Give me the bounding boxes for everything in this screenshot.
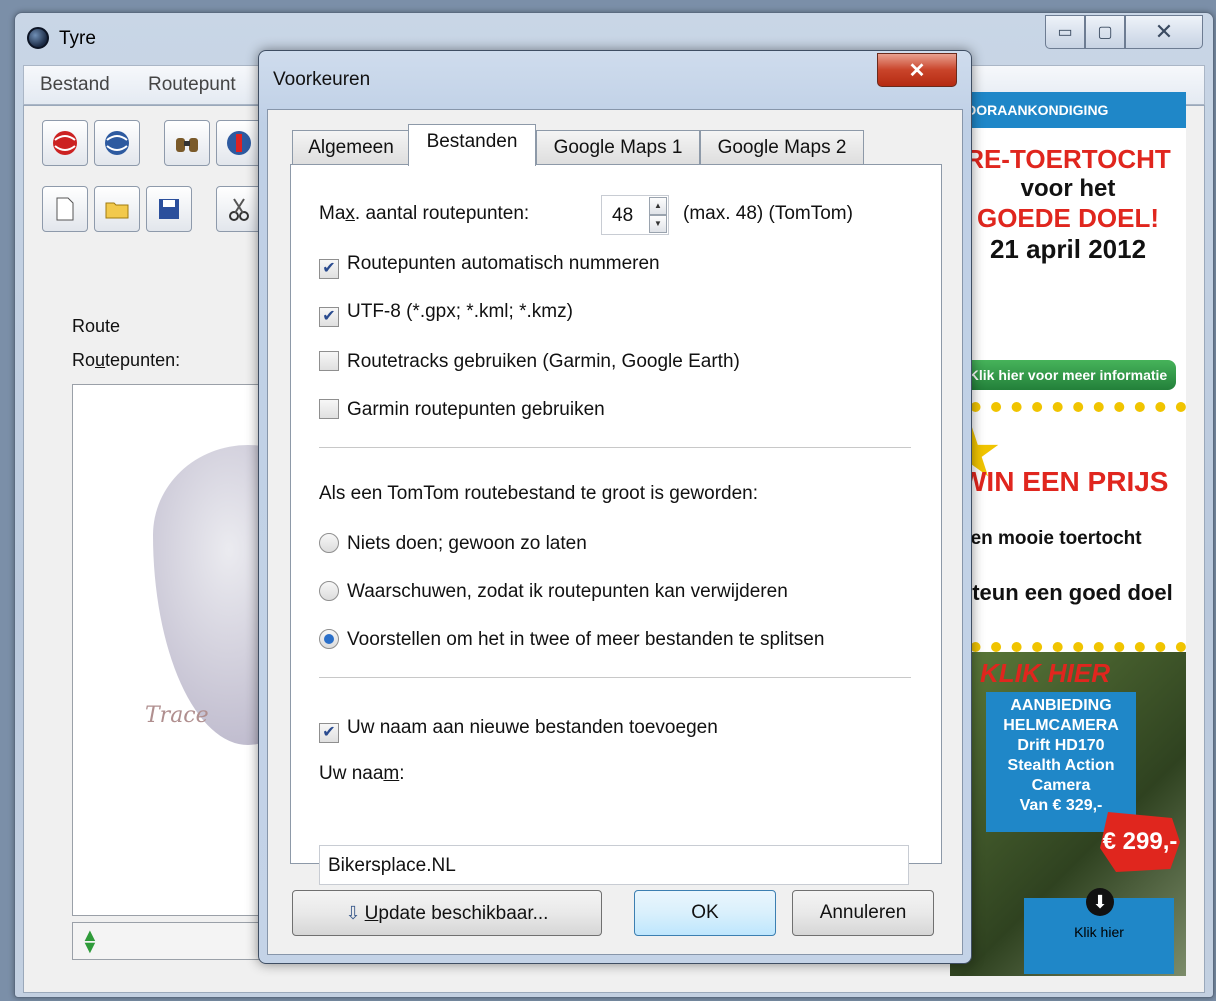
spin-down-icon[interactable]: ▼ [649,215,667,233]
checkbox-garmin[interactable] [319,399,339,419]
radio-row-waarschuwen[interactable]: Waarschuwen, zodat ik routepunten kan ve… [319,581,788,603]
preferences-dialog: Voorkeuren ✕ Algemeen Bestanden Google M… [258,50,972,964]
max-points-spinner: ▲ ▼ [649,197,667,233]
ad-panel: VOORAANKONDIGING RE-TOERTOCHT voor het G… [950,92,1186,976]
max-points-label: Max. aantal routepunten: [319,203,530,224]
cancel-button[interactable]: Annuleren [792,890,934,936]
ad2-line1: WIN EEN PRIJS [960,466,1169,497]
route-warning-icon[interactable] [216,120,262,166]
toolbar-top [42,120,262,170]
checkbox-utf8[interactable]: ✔ [319,307,339,327]
radio-label: Waarschuwen, zodat ik routepunten kan ve… [347,581,788,602]
tab-google-maps-1[interactable]: Google Maps 1 [536,130,700,164]
checkbox-row-utf8[interactable]: ✔ UTF-8 (*.gpx; *.kml; *.kmz) [319,301,573,327]
down-arrow-icon: ⬇ [1086,888,1114,916]
ad1-info-button[interactable]: Klik hier voor meer informatie [960,360,1176,390]
separator [319,677,911,678]
ad2-line3: steun een goed doel [960,580,1173,605]
route-label: Route [72,316,121,336]
checkbox-row-nummeren[interactable]: ✔ Routepunten automatisch nummeren [319,253,660,279]
tab-bestanden[interactable]: Bestanden [408,124,536,166]
ad1-line4: 21 april 2012 [989,234,1147,264]
ad-banner-helmcamera[interactable]: KLIK HIER AANBIEDING HELMCAMERA Drift HD… [950,652,1186,976]
ad3-offer-box: AANBIEDING HELMCAMERA Drift HD170 Stealt… [986,692,1136,832]
maximize-button[interactable]: ▢ [1085,15,1125,49]
tab-algemeen[interactable]: Algemeen [292,130,410,164]
radio-label: Niets doen; gewoon zo laten [347,533,587,554]
radio-splitsen[interactable] [319,629,339,649]
save-icon[interactable] [146,186,192,232]
update-button[interactable]: ⇩ Update beschikbaar... [292,890,602,936]
globe-blue-icon[interactable] [94,120,140,166]
dialog-close-button[interactable]: ✕ [877,53,957,87]
tab-panel-bestanden: Max. aantal routepunten: 48 ▲ ▼ (max. 48… [290,164,942,885]
radio-waarschuwen[interactable] [319,581,339,601]
update-icon: ⇩ [345,903,361,923]
radio-row-niets[interactable]: Niets doen; gewoon zo laten [319,533,587,555]
checkbox-label: Routepunten automatisch nummeren [347,253,660,274]
radio-row-splitsen[interactable]: Voorstellen om het in twee of meer besta… [319,629,824,651]
checkbox-row-routetracks[interactable]: Routetracks gebruiken (Garmin, Google Ea… [319,351,740,373]
ad-banner-prijs[interactable]: ★ WIN EEN PRIJS een mooie toertocht steu… [950,402,1186,652]
close-button[interactable]: ✕ [1125,15,1203,49]
dialog-title: Voorkeuren [273,69,371,90]
ad3-text: Drift HD170 [1017,737,1105,754]
toolbar-bottom [42,186,262,236]
ad-banner-toertocht[interactable]: VOORAANKONDIGING RE-TOERTOCHT voor het G… [950,92,1186,402]
name-input[interactable]: Bikersplace.NL [319,845,909,885]
minimize-button[interactable]: ▭ [1045,15,1085,49]
ok-button[interactable]: OK [634,890,776,936]
menu-bestand[interactable]: Bestand [40,74,110,96]
checkbox-row-garmin[interactable]: Garmin routepunten gebruiken [319,399,605,421]
ad1-line2: voor het [1020,175,1116,202]
checkbox-label: Garmin routepunten gebruiken [347,399,605,420]
radio-niets[interactable] [319,533,339,553]
ad3-text: Stealth Action [1007,757,1115,774]
checkbox-label: Routetracks gebruiken (Garmin, Google Ea… [347,351,740,372]
spin-up-icon[interactable]: ▲ [649,197,667,215]
app-title: Tyre [59,28,96,49]
checkbox-routetracks[interactable] [319,351,339,371]
ad3-bottom-label: Klik hier [1074,924,1124,940]
open-folder-icon[interactable] [94,186,140,232]
name-label: Uw naam: [319,763,405,784]
logo-text: Trace [145,703,209,728]
ad1-line1: RE-TOERTOCHT [965,144,1171,174]
max-points-note: (max. 48) (TomTom) [683,203,853,224]
globe-red-icon[interactable] [42,120,88,166]
separator [319,447,911,448]
ad1-header: VOORAANKONDIGING [950,92,1186,128]
cut-icon[interactable] [216,186,262,232]
checkbox-row-add-name[interactable]: ✔ Uw naam aan nieuwe bestanden toevoegen [319,717,718,743]
ad3-text: Camera [1031,777,1091,794]
dialog-body: Algemeen Bestanden Google Maps 1 Google … [267,109,963,955]
too-large-label: Als een TomTom routebestand te groot is … [319,483,759,504]
up-down-arrows-icon[interactable]: ▲ ▼ [81,926,99,956]
ad3-text: HELMCAMERA [1003,717,1119,734]
app-icon [27,27,49,49]
binoculars-icon[interactable] [164,120,210,166]
ad1-line3: GOEDE DOEL! [976,203,1159,233]
new-file-icon[interactable] [42,186,88,232]
ad3-text: AANBIEDING [1010,697,1112,714]
tab-google-maps-2[interactable]: Google Maps 2 [700,130,864,164]
radio-label: Voorstellen om het in twee of meer besta… [347,629,825,650]
ad3-klik-hier: KLIK HIER [980,658,1110,688]
routepoints-label: Routepunten: [72,350,181,370]
checkbox-label: UTF-8 (*.gpx; *.kml; *.kmz) [347,301,573,322]
window-controls: ▭ ▢ ✕ [1045,15,1203,49]
checkbox-add-name[interactable]: ✔ [319,723,339,743]
ad3-price-badge: € 299,- [1100,812,1180,872]
checkbox-label: Uw naam aan nieuwe bestanden toevoegen [347,717,718,738]
menu-routepunten[interactable]: Routepunt [148,74,236,96]
checkbox-nummeren[interactable]: ✔ [319,259,339,279]
ad2-line2: een mooie toertocht [960,528,1142,549]
ad3-klik-button[interactable]: ⬇ Klik hier [1024,888,1174,974]
